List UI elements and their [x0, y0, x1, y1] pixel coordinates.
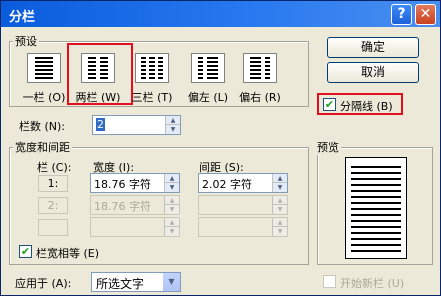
- col-number-3: [38, 219, 68, 236]
- close-button[interactable]: ✕: [415, 4, 436, 25]
- width-spinner-2: ▲ ▼: [164, 196, 179, 214]
- preset-one-column-label: 一栏 (O): [22, 91, 66, 104]
- spacing-input-1[interactable]: 2.02 字符 ▲ ▼: [198, 173, 288, 193]
- columns-count-input[interactable]: 2 ▲ ▼: [92, 115, 181, 135]
- cancel-button[interactable]: 取消: [327, 62, 419, 83]
- preset-three-columns-label: 三栏 (T): [131, 91, 173, 104]
- preset-one-column[interactable]: 一栏 (O): [15, 53, 73, 104]
- spin-down-icon: ▼: [165, 205, 179, 214]
- width-spacing-group-label: 宽度和间距: [13, 139, 72, 155]
- spacing-input-2: ▲ ▼: [198, 195, 288, 215]
- spacing-input-3: ▲ ▼: [198, 217, 288, 237]
- preset-left-label: 偏左 (L): [187, 91, 229, 104]
- width-input-3: ▲ ▼: [90, 217, 180, 237]
- new-column-label: 开始新栏 (U): [340, 277, 405, 290]
- spin-up-icon: ▲: [165, 196, 179, 205]
- spacing-value-1: 2.02 字符: [202, 178, 252, 191]
- columns-count-spinner[interactable]: ▲ ▼: [165, 116, 180, 134]
- chevron-down-icon[interactable]: ▼: [163, 273, 180, 291]
- ok-button[interactable]: 确定: [327, 37, 419, 58]
- width-input-2: 18.76 字符 ▲ ▼: [90, 195, 180, 215]
- new-column-checkbox: [323, 275, 336, 288]
- preset-right[interactable]: 偏右 (R): [231, 53, 289, 104]
- preset-three-columns[interactable]: 三栏 (T): [123, 53, 181, 104]
- equal-width-checkbox[interactable]: ✔: [19, 245, 32, 258]
- right-column-icon: [243, 53, 277, 83]
- title-bar[interactable]: 分栏 ? ✕: [1, 1, 440, 27]
- three-column-icon: [135, 53, 169, 83]
- preview-page: [345, 157, 407, 259]
- spacing-spinner-3: ▲ ▼: [272, 218, 287, 236]
- spin-up-icon[interactable]: ▲: [166, 116, 180, 125]
- apply-to-select[interactable]: 所选文字 ▼: [91, 272, 181, 292]
- apply-to-value: 所选文字: [96, 277, 145, 291]
- width-value-1: 18.76 字符: [94, 178, 151, 191]
- spin-up-icon[interactable]: ▲: [165, 174, 179, 183]
- columns-count-label: 栏数 (N):: [19, 120, 66, 133]
- spin-up-icon: ▲: [273, 196, 287, 205]
- width-spinner-3: ▲ ▼: [164, 218, 179, 236]
- dialog-title: 分栏: [9, 10, 36, 25]
- columns-count-value: 2: [96, 118, 105, 131]
- separator-checkbox[interactable]: ✔: [323, 98, 336, 111]
- col-header: 栏 (C):: [37, 161, 72, 174]
- one-column-icon: [27, 53, 61, 83]
- separator-label: 分隔线 (B): [340, 100, 393, 113]
- presets-group-label: 预设: [13, 33, 39, 49]
- column-dialog: 分栏 ? ✕ 预设 一栏 (O) 两栏 (W) 三栏 (T) 偏左 (L) 偏右…: [0, 0, 441, 296]
- spin-down-icon: ▼: [273, 205, 287, 214]
- spacing-spinner-2: ▲ ▼: [272, 196, 287, 214]
- spin-up-icon[interactable]: ▲: [273, 174, 287, 183]
- preview-label: 预览: [315, 139, 341, 155]
- spin-down-icon: ▼: [165, 227, 179, 236]
- preset-right-label: 偏右 (R): [239, 91, 281, 104]
- spin-up-icon: ▲: [165, 218, 179, 227]
- spin-up-icon: ▲: [273, 218, 287, 227]
- apply-to-label: 应用于 (A):: [15, 277, 72, 290]
- col-number-2: 2:: [38, 197, 68, 214]
- width-spinner-1[interactable]: ▲ ▼: [164, 174, 179, 192]
- spin-down-icon[interactable]: ▼: [273, 183, 287, 192]
- width-input-1[interactable]: 18.76 字符 ▲ ▼: [90, 173, 180, 193]
- spin-down-icon[interactable]: ▼: [166, 125, 180, 134]
- spin-down-icon: ▼: [273, 227, 287, 236]
- preset-left[interactable]: 偏左 (L): [179, 53, 237, 104]
- spin-down-icon[interactable]: ▼: [165, 183, 179, 192]
- col-number-1: 1:: [38, 175, 68, 192]
- spacing-spinner-1[interactable]: ▲ ▼: [272, 174, 287, 192]
- help-button[interactable]: ?: [391, 4, 412, 25]
- left-column-icon: [191, 53, 225, 83]
- width-value-2: 18.76 字符: [94, 200, 151, 213]
- equal-width-label: 栏宽相等 (E): [36, 247, 100, 260]
